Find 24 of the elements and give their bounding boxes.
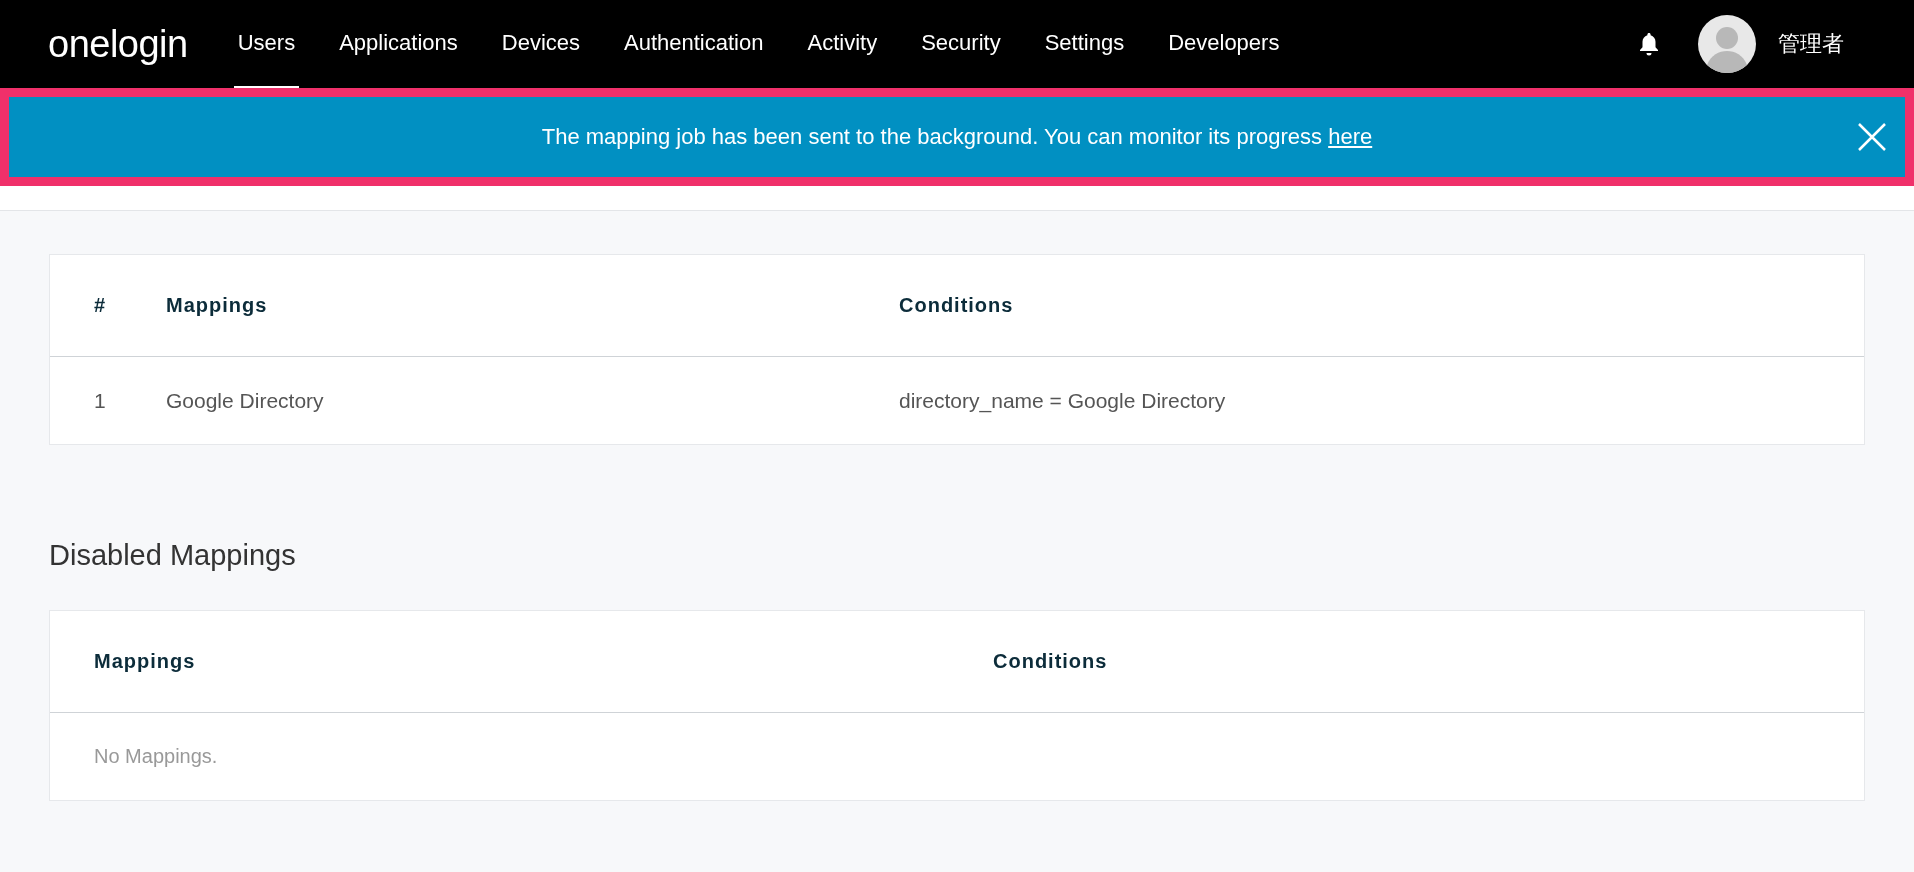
logo[interactable]: onelogin <box>48 22 188 66</box>
nav-tab[interactable]: Activity <box>803 0 882 88</box>
nav-tab[interactable]: Devices <box>497 0 585 88</box>
avatar-icon[interactable] <box>1698 15 1756 73</box>
empty-message: No Mappings. <box>94 745 218 768</box>
nav-tab[interactable]: Settings <box>1040 0 1129 88</box>
progress-link[interactable]: here <box>1328 124 1373 149</box>
column-header: Mappings <box>94 650 197 673</box>
nav-tab[interactable]: Developers <box>1164 0 1284 88</box>
nav-tab[interactable]: Security <box>917 0 1005 88</box>
table-cell-text: Google Directory <box>166 388 325 413</box>
close-icon[interactable] <box>1857 122 1887 152</box>
table-cell-text: 1 <box>94 388 107 413</box>
bell-icon[interactable] <box>1638 32 1660 56</box>
column-header: Mappings <box>166 294 269 317</box>
column-header: # <box>94 294 108 317</box>
banner-message: The mapping job has been sent to the background. You can monitor its progress here <box>541 124 1373 150</box>
section-title: Disabled Mappings <box>49 539 297 572</box>
nav-tab[interactable]: Authentication <box>620 0 768 88</box>
user-name[interactable]: 管理者 <box>1778 29 1844 59</box>
nav-tab[interactable]: Applications <box>335 0 462 88</box>
column-header: Conditions <box>899 294 1014 317</box>
column-header: Conditions <box>993 650 1108 673</box>
table-cell: directory_name = Google Directory <box>899 388 1226 413</box>
